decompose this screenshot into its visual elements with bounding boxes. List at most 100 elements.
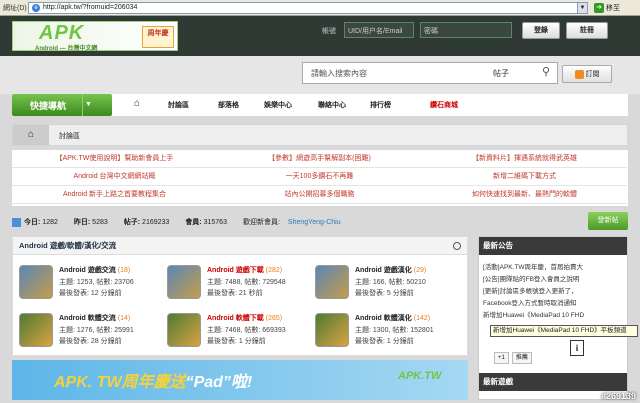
url-input[interactable]: e http://apk.tw/?fromuid=206034 [28, 1, 578, 14]
address-label: 網址(D) [3, 4, 27, 12]
link-item[interactable]: 站內公開招募多個職務 [217, 186, 422, 204]
stat-posts: 帖子: 2169233 [123, 219, 170, 226]
link-item[interactable]: 【新資料片】揮遇系統就得武英雄 [422, 150, 627, 168]
board-stats: 主題: 7488, 帖數: 729548 [207, 279, 286, 286]
breadcrumb: ⌂ 討論區 [12, 124, 628, 146]
announcement-links: 【APK.TW使用說明】幫助新會員上手 【參數】網遊高手幫解副本(困難) 【新資… [12, 150, 628, 206]
stat-members: 會員: 315763 [185, 219, 227, 226]
forum-category: Android 遊戲/軟體/漢化/交流 Android 遊戲交流 (18) 主題… [12, 236, 468, 356]
password-input[interactable]: 密碼 [420, 22, 512, 38]
nav-item-forum[interactable]: 討論區 [168, 100, 189, 110]
forum-board[interactable]: Android 軟體交流 (14) 主題: 1276, 帖數: 25991 最後… [19, 313, 167, 359]
forum-board[interactable]: Android 遊戲交流 (18) 主題: 1253, 帖數: 23706 最後… [19, 265, 167, 311]
board-name: Android 軟體交流 (14) [59, 315, 131, 322]
board-last-post: 最後發表: 28 分鐘前 [59, 338, 122, 345]
nav-item-entertainment[interactable]: 娛樂中心 [264, 100, 292, 110]
share-button[interactable]: 推薦 [511, 352, 532, 364]
board-name: Android 軟體下載 (265) [207, 315, 283, 322]
breadcrumb-current[interactable]: 討論區 [59, 131, 80, 141]
google-plus-button[interactable]: +1 [494, 352, 509, 364]
link-item[interactable]: 一天100多鑽石不再難 [217, 168, 422, 186]
home-icon[interactable]: ⌂ [134, 98, 140, 109]
search-bar-area: 請輸入搜索內容 帖子 ⚲ 訂閱 [0, 56, 640, 94]
announcement-item[interactable]: [更新]討論區多帳號登入更新了， [483, 285, 578, 295]
login-button[interactable]: 登錄 [522, 22, 560, 39]
board-stats: 主題: 1300, 帖數: 152801 [355, 327, 434, 334]
address-bar: 網址(D) e http://apk.tw/?fromuid=206034 ▼ ➜… [0, 0, 640, 16]
forum-board[interactable]: Android 遊戲漢化 (29) 主題: 166, 帖數: 50210 最後發… [315, 265, 463, 311]
site-header: APK Android — 台灣中文網 周年慶 帳號 UID/用户名/Email… [0, 16, 640, 56]
sidebar-title: 最新公告 [479, 237, 627, 255]
social-buttons: +1 推薦 [494, 352, 532, 364]
board-icon [19, 313, 53, 347]
go-button[interactable]: ➜ 移至 [594, 2, 620, 13]
quick-nav-button[interactable]: 快捷導航 ▼ [12, 94, 112, 116]
stats-icon [12, 217, 21, 227]
logo-text: APK [39, 22, 85, 44]
collapse-icon[interactable] [453, 242, 461, 250]
promo-banner[interactable]: APK. TW周年慶送“Pad”啦! APK.TW [12, 360, 468, 400]
board-name: Android 遊戲下載 (282) [207, 267, 283, 274]
nav-item-ranking[interactable]: 排行榜 [370, 100, 391, 110]
logo-subtitle: Android — 台灣中文網 [35, 46, 98, 52]
main-nav: 快捷導航 ▼ ⌂ 討論區 部落格 娛樂中心 聯絡中心 排行榜 鑽石商城 [12, 94, 628, 116]
anniversary-badge: 周年慶 [142, 26, 174, 48]
link-item[interactable]: 【APK.TW使用說明】幫助新會員上手 [12, 150, 217, 168]
link-item[interactable]: Android 新手上路之首要教程集合 [12, 186, 217, 204]
search-icon[interactable]: ⚲ [537, 64, 555, 82]
board-name: Android 遊戲交流 (18) [59, 267, 131, 274]
forum-board[interactable]: Android 軟體下載 (265) 主題: 7468, 帖數: 669393 … [167, 313, 315, 359]
board-last-post: 最後發表: 1 分鐘前 [355, 338, 414, 345]
watermark: #269139 [600, 391, 636, 401]
board-icon [315, 265, 349, 299]
board-last-post: 最後發表: 21 秒前 [207, 290, 263, 297]
sidebar-announcements: 最新公告 [活動]APK.TW周年慶，首屆拍賣大 [公告]團隊貼的FB登入會員之… [478, 236, 628, 400]
link-item[interactable]: 【參數】網遊高手幫解副本(困難) [217, 150, 422, 168]
board-stats: 主題: 166, 帖數: 50210 [355, 279, 426, 286]
go-arrow-icon: ➜ [594, 2, 604, 13]
info-icon[interactable]: i [570, 340, 584, 356]
account-label: 帳號 [322, 28, 336, 35]
announcement-item[interactable]: 新增加Huawei《MediaPad 10 FHD [483, 309, 584, 319]
forum-board[interactable]: Android 遊戲下載 (282) 主題: 7488, 帖數: 729548 … [167, 265, 315, 311]
rss-icon [574, 69, 584, 79]
nav-item-diamond-mall[interactable]: 鑽石商城 [430, 100, 458, 110]
register-button[interactable]: 註冊 [566, 22, 608, 39]
banner-logo: APK.TW [398, 370, 442, 382]
rss-subscribe-button[interactable]: 訂閱 [562, 65, 612, 83]
board-name: Android 遊戲漢化 (29) [355, 267, 427, 274]
link-item[interactable]: Android 台灣中文網網站概 [12, 168, 217, 186]
new-post-button[interactable]: 發新帖 [588, 212, 628, 230]
search-category-select[interactable]: 帖子 [493, 68, 537, 79]
link-item[interactable]: 新增二維碼下載方式 [422, 168, 627, 186]
board-last-post: 最後發表: 5 分鐘前 [355, 290, 414, 297]
sidebar-title-games: 最新遊戲 [479, 373, 627, 391]
board-stats: 主題: 1276, 帖數: 25991 [59, 327, 134, 334]
board-last-post: 最後發表: 1 分鐘前 [207, 338, 266, 345]
new-member-link[interactable]: ShengYeng-Chiu [288, 219, 341, 226]
announcement-item[interactable]: [活動]APK.TW周年慶，首屆拍賣大 [483, 261, 583, 271]
nav-item-blog[interactable]: 部落格 [218, 100, 239, 110]
board-icon [167, 313, 201, 347]
link-item[interactable]: 如何快速找到最新、最熱門的軟體 [422, 186, 627, 204]
announcement-item[interactable]: Facebook登入方式暫時取消通知 [483, 297, 577, 307]
ie-icon: e [32, 3, 40, 12]
site-stats: 今日: 1282 昨日: 5283 帖子: 2169233 會員: 315763… [12, 212, 628, 230]
url-dropdown-chevron-icon[interactable]: ▼ [578, 1, 588, 14]
nav-item-contact[interactable]: 聯絡中心 [318, 100, 346, 110]
board-icon [19, 265, 53, 299]
forum-category-title[interactable]: Android 遊戲/軟體/漢化/交流 [13, 237, 467, 255]
tooltip: 新增加Huawei《MediaPad 10 FHD》平板頻道 [490, 325, 638, 337]
forum-board[interactable]: Android 軟體漢化 (142) 主題: 1300, 帖數: 152801 … [315, 313, 463, 359]
search-input[interactable]: 請輸入搜索內容 [303, 68, 493, 79]
board-last-post: 最後發表: 12 分鐘前 [59, 290, 122, 297]
board-icon [315, 313, 349, 347]
banner-text: APK. TW周年慶送“Pad”啦! [54, 374, 253, 391]
board-stats: 主題: 1253, 帖數: 23706 [59, 279, 134, 286]
board-icon [167, 265, 201, 299]
username-input[interactable]: UID/用户名/Email [344, 22, 414, 38]
stat-yesterday: 昨日: 5283 [73, 219, 108, 226]
site-logo[interactable]: APK Android — 台灣中文網 周年慶 [12, 21, 178, 52]
breadcrumb-home-icon[interactable]: ⌂ [13, 125, 49, 145]
announcement-item[interactable]: [公告]團隊貼的FB登入會員之說明 [483, 273, 579, 283]
